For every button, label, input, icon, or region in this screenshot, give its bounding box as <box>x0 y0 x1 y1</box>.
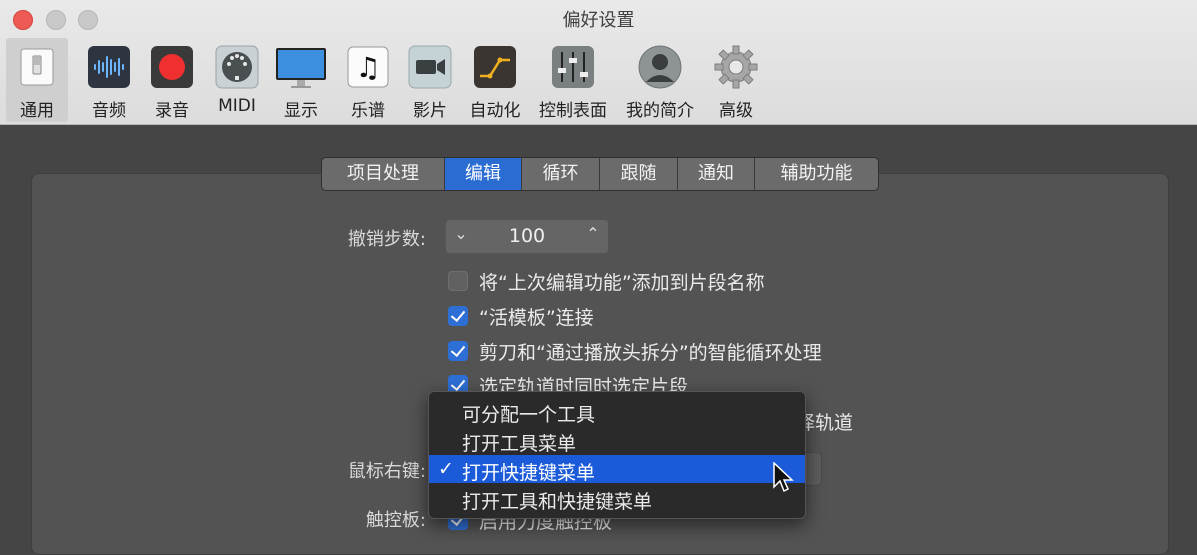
toolbar-label: MIDI <box>218 96 256 116</box>
toolbar-item-midi[interactable]: MIDI <box>205 38 269 122</box>
toolbar-item-my-info[interactable]: 我的简介 <box>620 38 700 122</box>
checkbox-smart-loop-handling[interactable] <box>448 341 468 361</box>
tab-editing[interactable]: 编辑 <box>445 158 522 190</box>
right-click-dropdown-menu: 可分配一个工具 打开工具菜单 ✓ 打开快捷键菜单 打开工具和快捷键菜单 <box>428 391 806 519</box>
menu-item-label: 打开工具和快捷键菜单 <box>462 491 653 513</box>
window-title: 偏好设置 <box>562 10 635 31</box>
toolbar-label: 音频 <box>92 101 126 121</box>
tab-notifications[interactable]: 通知 <box>678 158 755 190</box>
tab-catch[interactable]: 跟随 <box>600 158 678 190</box>
record-icon <box>151 46 193 88</box>
toolbar-item-display[interactable]: 显示 <box>270 38 332 122</box>
tab-accessibility[interactable]: 辅助功能 <box>755 158 878 190</box>
checkbox-label: 剪刀和“通过播放头拆分”的智能循环处理 <box>479 342 822 364</box>
mouse-pointer-icon <box>773 462 794 493</box>
audio-waveform-icon <box>88 46 130 88</box>
gear-icon <box>714 45 758 89</box>
menu-item-label: 打开工具菜单 <box>462 433 577 455</box>
toolbar-item-advanced[interactable]: 高级 <box>705 38 767 122</box>
right-click-label: 鼠标右键: <box>347 461 426 482</box>
menu-item-open-tool-and-shortcut-menu[interactable]: 打开工具和快捷键菜单 <box>429 484 805 513</box>
faders-icon <box>552 46 594 88</box>
general-switch-icon <box>20 48 54 86</box>
menu-item-assignable-tool[interactable]: 可分配一个工具 <box>429 397 805 426</box>
toolbar-label: 高级 <box>719 101 753 121</box>
toolbar-label: 自动化 <box>469 101 521 121</box>
toolbar-label: 录音 <box>155 101 189 121</box>
toolbar-label: 影片 <box>413 101 447 121</box>
music-note-icon: ♫ <box>347 46 389 88</box>
tab-bar: 项目处理 编辑 循环 跟随 通知 辅助功能 <box>321 157 879 191</box>
automation-curve-icon <box>474 46 516 88</box>
tab-cycle[interactable]: 循环 <box>522 158 600 190</box>
toolbar-item-audio[interactable]: 音频 <box>78 38 140 122</box>
tab-project-handling[interactable]: 项目处理 <box>322 158 445 190</box>
chevron-down-icon[interactable]: ⌄ <box>450 224 472 243</box>
menu-item-open-shortcut-menu[interactable]: ✓ 打开快捷键菜单 <box>429 455 805 484</box>
svg-text:♫: ♫ <box>355 51 380 84</box>
title-bar: 偏好设置 通用 音频 录音 MIDI 显示 ♫ 乐谱 影片 自动化 控制表面 我… <box>0 0 1197 125</box>
undo-steps-value: 100 <box>508 225 546 247</box>
toolbar-item-record[interactable]: 录音 <box>141 38 203 122</box>
toolbar-item-general[interactable]: 通用 <box>6 38 68 122</box>
checkbox-label: “活模板”连接 <box>479 307 594 329</box>
video-camera-icon <box>408 45 452 89</box>
menu-item-label: 可分配一个工具 <box>462 404 596 426</box>
checkbox-live-templates[interactable] <box>448 306 468 326</box>
checkbox-append-last-edit[interactable] <box>448 271 468 291</box>
display-monitor-icon <box>276 48 326 88</box>
trackpad-label: 触控板: <box>365 510 426 531</box>
checkbox-label: 将“上次编辑功能”添加到片段名称 <box>479 272 765 294</box>
toolbar-label: 我的简介 <box>626 101 694 121</box>
menu-item-label: 打开快捷键菜单 <box>462 462 596 484</box>
toolbar-label: 通用 <box>20 101 54 121</box>
toolbar-item-score[interactable]: ♫ 乐谱 <box>337 38 399 122</box>
menu-item-open-tool-menu[interactable]: 打开工具菜单 <box>429 426 805 455</box>
toolbar-label: 控制表面 <box>539 101 607 121</box>
toolbar-item-control-surfaces[interactable]: 控制表面 <box>534 38 612 122</box>
profile-person-icon <box>638 45 682 89</box>
toolbar-label: 显示 <box>284 101 318 121</box>
toolbar-label: 乐谱 <box>351 101 385 121</box>
midi-connector-icon <box>215 45 259 89</box>
chevron-up-icon[interactable]: ⌃ <box>582 224 604 243</box>
undo-steps-stepper[interactable]: ⌄ 100 ⌃ <box>445 219 609 254</box>
toolbar-item-movie[interactable]: 影片 <box>399 38 461 122</box>
toolbar-item-automation[interactable]: 自动化 <box>464 38 526 122</box>
undo-steps-label: 撤销步数: <box>347 229 426 250</box>
checkmark-icon: ✓ <box>438 458 454 480</box>
